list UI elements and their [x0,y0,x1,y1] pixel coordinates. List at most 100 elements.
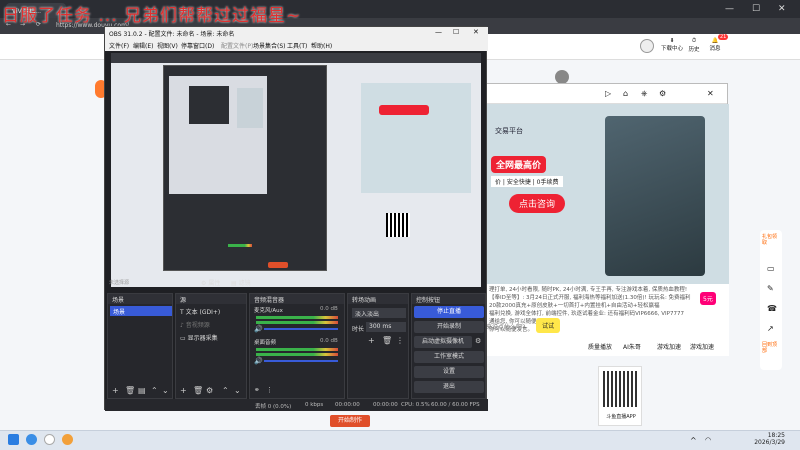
bitrate: 0 kbps [305,402,324,408]
settings-button[interactable]: 设置 [414,366,484,378]
messages[interactable]: 🔔 消息 [708,38,722,52]
filter-icon: ▤ [231,280,237,287]
taskbar [0,430,800,450]
home-icon[interactable]: ⌂ [623,89,628,98]
bottom-item[interactable]: 游戏加速 [657,342,681,351]
close-icon[interactable]: ✕ [778,4,786,14]
price-badge[interactable]: 5元 [700,292,716,305]
volume-slider[interactable] [264,328,338,330]
add-icon[interactable]: + [368,336,375,345]
banner-subtitle: 全网最高价 [491,156,547,173]
speaker-icon[interactable]: 🔊 [254,357,263,365]
scene-item[interactable]: 场景 [110,306,172,316]
dropped-frames: 丢帧 0 (0.0%) [255,404,292,410]
menu-file[interactable]: 文件(F) [109,41,129,50]
bottom-item[interactable]: AI朱哥 [623,342,641,351]
cast-icon[interactable]: ▷ [605,89,611,98]
studio-mode-button[interactable]: 工作室模式 [414,351,484,363]
fps: 60.00 / 60.00 FPS [431,402,480,408]
obs-preview[interactable] [111,53,481,287]
chevron-up-icon[interactable]: ⌃ [222,386,229,395]
streamer-avatar[interactable] [555,70,569,84]
trash-icon[interactable]: 🗑 [193,386,203,395]
chevron-down-icon[interactable]: ⌄ [162,386,169,395]
gear-icon[interactable]: ⚙ [206,386,213,395]
try-button[interactable]: 试试 [536,318,561,333]
speaker-icon[interactable]: 🔊 [254,325,263,333]
menu-edit[interactable]: 编辑(E) [133,41,153,50]
duration-input[interactable]: 300 ms [366,322,406,332]
minimize-icon[interactable]: — [725,4,734,14]
more-icon[interactable]: ⋮ [266,386,273,394]
download-center[interactable]: ⬇ 下载中心 [661,38,683,52]
menu-view[interactable]: 视图(V) [157,41,178,50]
sources-dock: 源 T 文本 (GDI+) ♪ 音视频源 ▭ 显示器采集 + 🗑 ⚙ ⌃ ⌄ [175,293,247,399]
stream-time: 00:00:00 [373,402,398,408]
obs-maximize-icon[interactable]: ☐ [453,28,459,36]
trash-icon[interactable]: 🗑 [382,336,392,345]
props-button[interactable]: ⚙ 属性 [201,278,220,287]
preview-capture [111,53,481,287]
avatar[interactable] [640,39,654,53]
start-record-button[interactable]: 开始录制 [414,321,484,333]
link-icon[interactable]: ⚭ [254,386,260,394]
start-production-button[interactable]: 开始制作 [330,415,370,427]
obs-minimize-icon[interactable]: — [435,28,442,36]
menu-docks[interactable]: 停靠窗口(D) [181,41,214,50]
transition-select[interactable]: 淡入淡出 [352,308,406,318]
chevron-up-icon[interactable]: ⌃ [151,386,158,395]
monitor-icon: ▭ [180,335,186,342]
add-icon[interactable]: + [180,386,187,395]
preview-tabbar [111,53,481,63]
service-icon[interactable]: ☎ [767,304,777,313]
source-item[interactable]: ♪ 音视频源 [180,320,210,329]
source-item[interactable]: T 文本 (GDI+) [180,307,220,316]
channel-db: 0.0 dB [320,306,338,312]
more-icon[interactable]: ⋮ [396,336,404,345]
tray-chevron-icon[interactable]: ^ [690,436,697,445]
volume-slider[interactable] [264,360,338,362]
phone-icon[interactable]: ▭ [767,264,775,273]
share-icon[interactable]: ↗ [767,324,774,333]
audio-meter [256,353,338,356]
add-icon[interactable]: + [112,386,119,395]
windows-start-icon[interactable] [8,434,19,445]
stream-video[interactable]: 交易平台 全网最高价 价 | 安全快捷 | 0手续费 点击咨询 [485,104,729,284]
obs-taskbar-icon[interactable] [44,434,55,445]
gamepad-icon[interactable]: ⎈ [641,89,647,99]
window-close-icon[interactable]: ✕ [707,89,714,98]
clock[interactable]: 18:25 2026/3/29 [745,432,785,446]
virtual-camera-button[interactable]: 启动虚拟摄像机 [414,336,472,348]
wifi-icon[interactable]: ◠ [705,436,711,444]
menu-scene-collection[interactable]: 场景集合(S) [253,41,286,50]
obs-close-icon[interactable]: ✕ [473,28,479,36]
channel-name: 麦克风/Aux [254,308,283,314]
obs-menubar: 文件(F) 编辑(E) 视图(V) 停靠窗口(D) 配置文件(P) 场景集合(S… [105,39,488,51]
gift-pack[interactable]: 礼包领取 [762,234,780,246]
history[interactable]: ⏱ 历史 [687,38,701,53]
bottom-item[interactable]: 游戏加速 [690,342,714,351]
source-item[interactable]: ▭ 显示器采集 [180,333,218,342]
menu-profile[interactable]: 配置文件(P) [221,41,253,50]
chat-input[interactable]: 来说点什么吧? [486,322,525,331]
mixer-dock: 音频混音器 麦克风/Aux 0.0 dB 🔊 桌面音频 0.0 dB 🔊 ⚭ ⋮ [249,293,345,399]
filter-icon[interactable]: ▤ [138,386,146,395]
sources-title: 源 [176,294,246,304]
menu-help[interactable]: 帮助(H) [311,41,332,50]
trash-icon[interactable]: 🗑 [125,386,135,395]
nested-stream [237,88,263,128]
feedback-icon[interactable]: ✎ [767,284,774,293]
settings-icon[interactable]: ⚙ [659,89,666,98]
filters-button[interactable]: ▤ 滤镜 [231,278,251,287]
exit-button[interactable]: 退出 [414,381,484,393]
back-to-top[interactable]: 回到顶部 [762,342,780,354]
menu-tools[interactable]: 工具(T) [287,41,307,50]
bottom-item[interactable]: 质量播放 [588,342,612,351]
game-icon[interactable] [62,434,73,445]
stop-stream-button[interactable]: 停止直播 [414,306,484,318]
chevron-down-icon[interactable]: ⌄ [234,386,241,395]
gear-icon[interactable]: ⚙ [475,337,481,345]
maximize-icon[interactable]: ☐ [752,4,760,14]
banner-cta-button[interactable]: 点击咨询 [509,194,566,213]
edge-icon[interactable] [26,434,37,445]
